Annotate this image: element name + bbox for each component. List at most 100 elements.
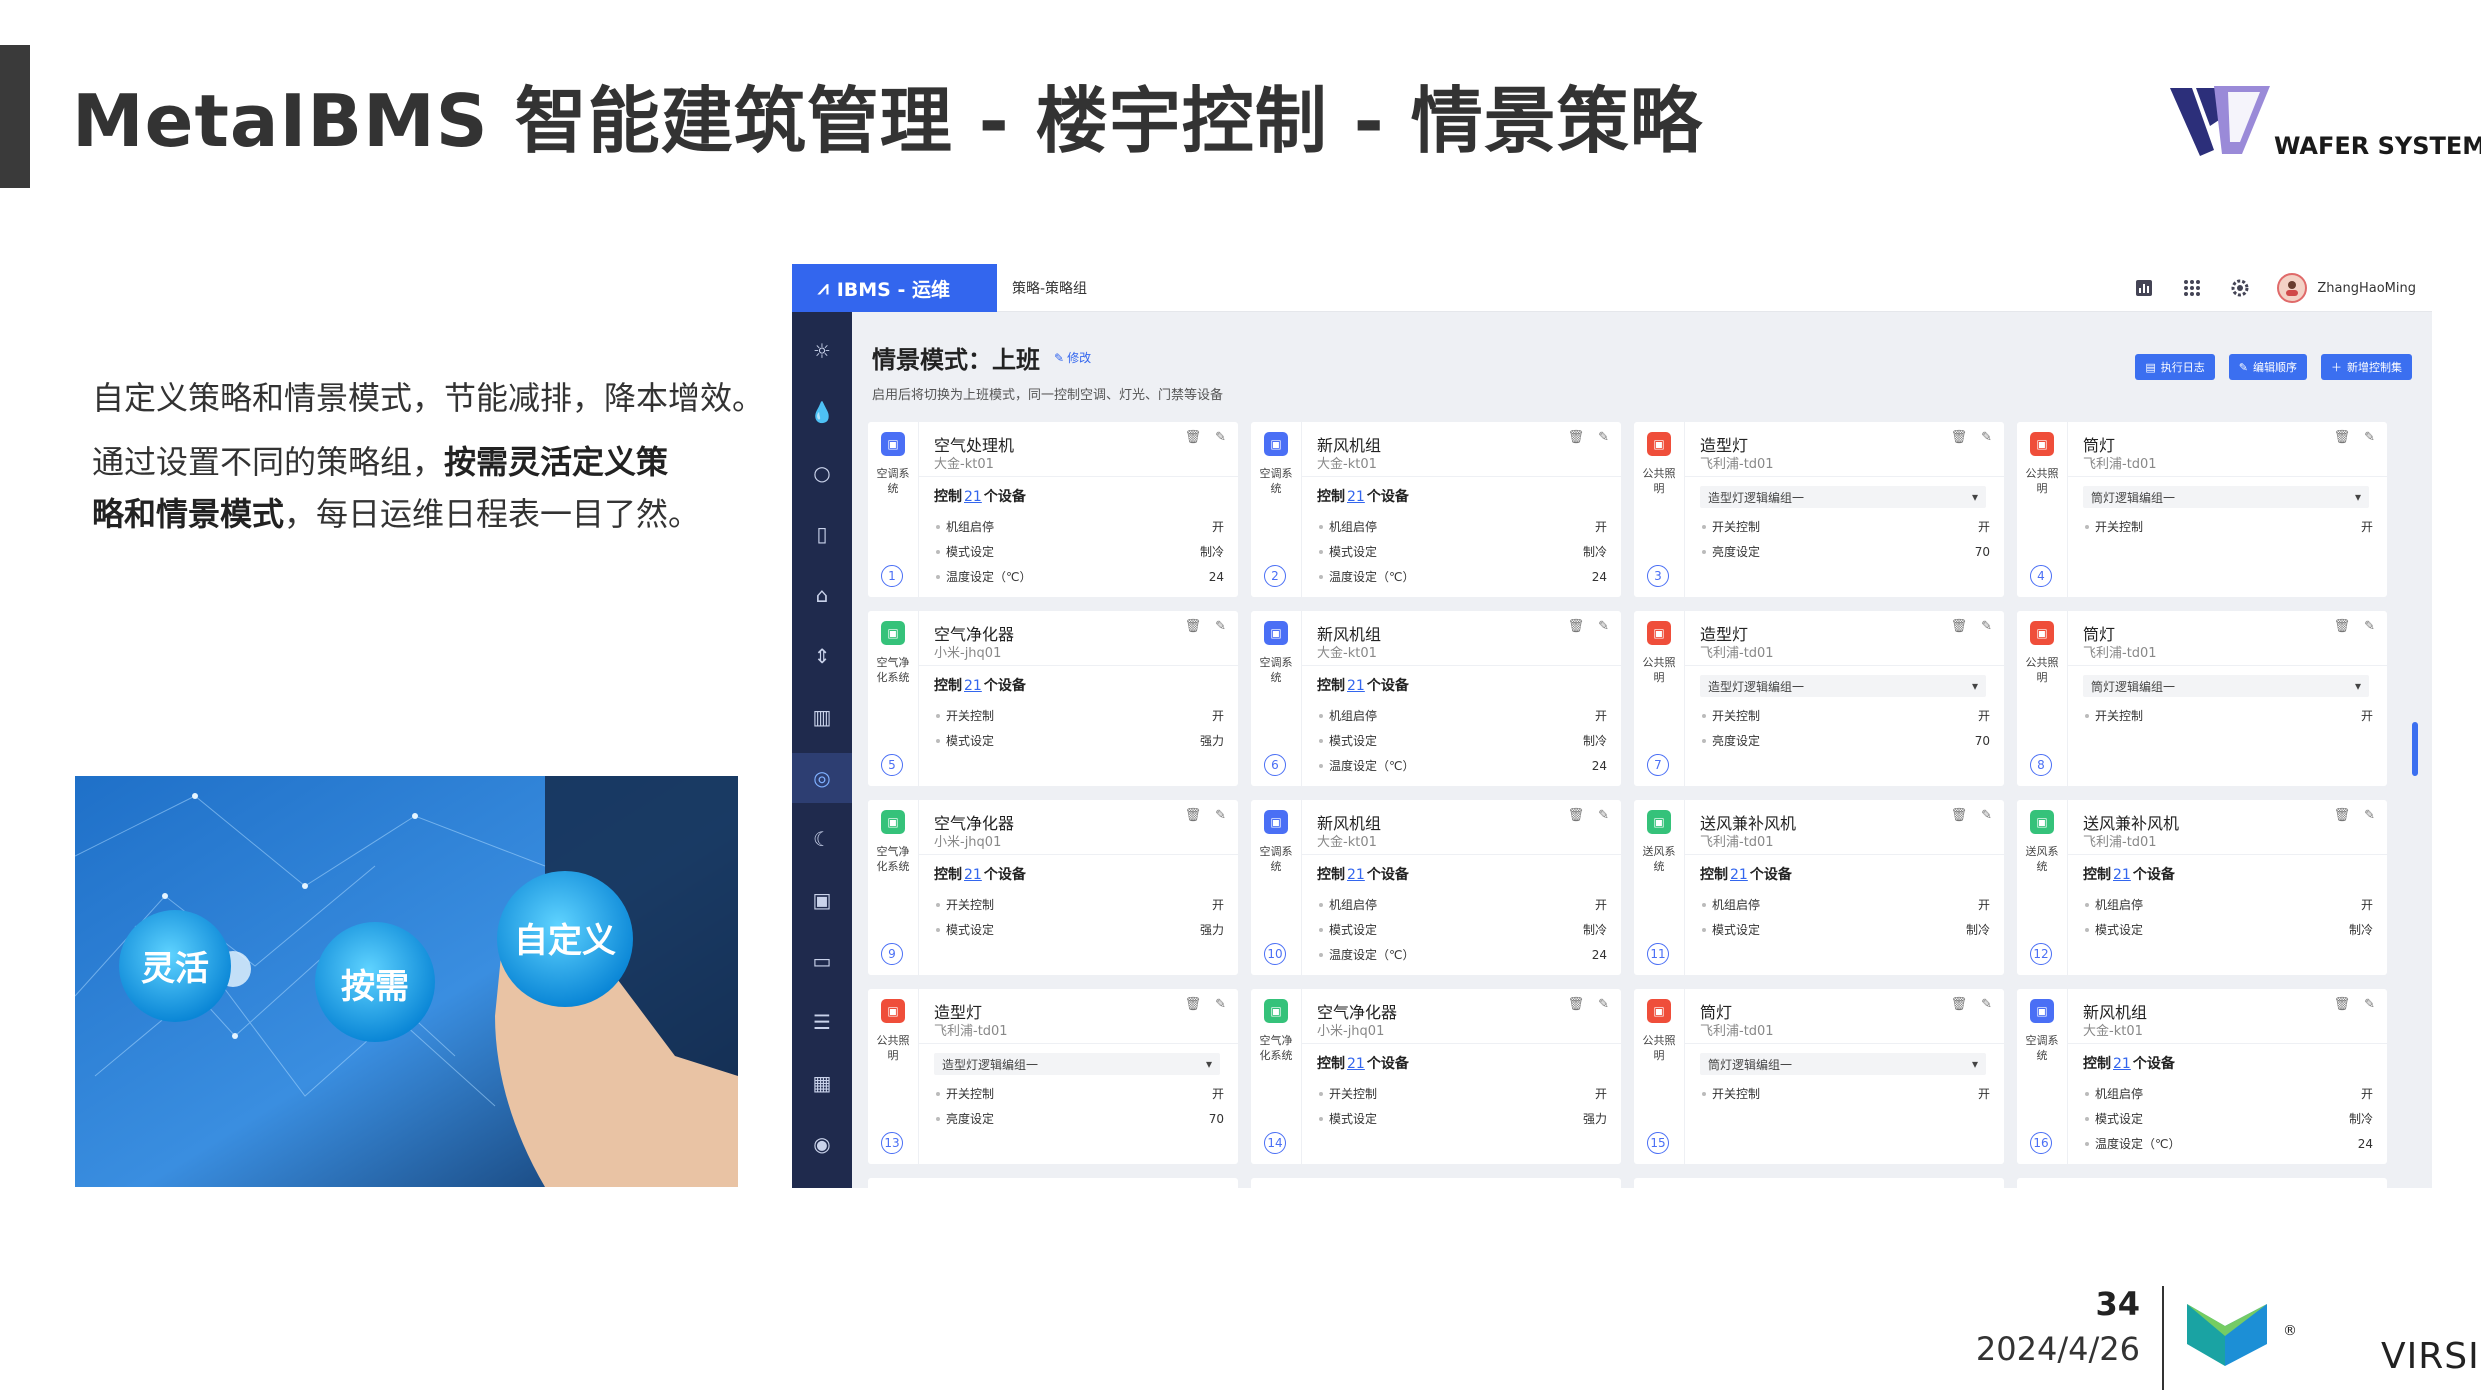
control-card[interactable]: ▣ 公共照明 3 造型灯 飞利浦-td01 🗑 ✎ 造型灯逻辑编组一 ▾ 开关控制开亮度设定 70 bbox=[1634, 422, 2004, 597]
edit-icon[interactable]: ✎ bbox=[1598, 997, 1609, 1012]
breadcrumb[interactable]: 策略-策略组 bbox=[1012, 264, 1087, 312]
delete-icon[interactable]: 🗑 bbox=[1185, 430, 1202, 445]
execution-log-button[interactable]: ▤ 执行日志 bbox=[2135, 354, 2215, 380]
device-count-link[interactable]: 21 bbox=[964, 678, 982, 694]
delete-icon[interactable]: 🗑 bbox=[2334, 808, 2351, 823]
sidebar-item-water-drop[interactable]: 💧 bbox=[792, 387, 852, 437]
device-count-link[interactable]: 21 bbox=[1347, 1056, 1365, 1072]
device-model: 飞利浦-td01 bbox=[934, 1024, 1008, 1039]
settings-icon[interactable] bbox=[2229, 277, 2251, 299]
device-count-link[interactable]: 21 bbox=[964, 867, 982, 883]
edit-icon[interactable]: ✎ bbox=[1598, 619, 1609, 634]
control-card[interactable]: ▣ 空气净化系统 14 空气净化器 小米-jhq01 🗑 ✎ 控制 21 个设备 开关控制开模式设定… bbox=[1251, 989, 1621, 1164]
delete-icon[interactable]: 🗑 bbox=[1951, 808, 1968, 823]
sidebar-item-ticket[interactable]: ☰ bbox=[792, 997, 852, 1047]
group-select[interactable]: 筒灯逻辑编组一 ▾ bbox=[2083, 675, 2369, 697]
edit-icon[interactable]: ✎ bbox=[1215, 430, 1226, 445]
group-select[interactable]: 造型灯逻辑编组一 ▾ bbox=[1700, 675, 1986, 697]
user-menu[interactable]: ZhangHaoMing bbox=[2277, 273, 2416, 303]
control-card[interactable]: ▣ 空气净化系统 9 空气净化器 小米-jhq01 🗑 ✎ 控制 21 个设备 开关控制开模式设定强… bbox=[868, 800, 1238, 975]
delete-icon[interactable]: 🗑 bbox=[1185, 997, 1202, 1012]
edit-icon[interactable]: ✎ bbox=[1598, 430, 1609, 445]
control-card[interactable]: ▣ 公共照明 7 造型灯 飞利浦-td01 🗑 ✎ 造型灯逻辑编组一 ▾ 开关控制开亮度设定 70 bbox=[1634, 611, 2004, 786]
edit-icon[interactable]: ✎ bbox=[1215, 619, 1226, 634]
edit-icon[interactable]: ✎ bbox=[2364, 619, 2375, 634]
sidebar-item-chart[interactable]: ▥ bbox=[792, 692, 852, 742]
sidebar-item-display[interactable]: ▭ bbox=[792, 936, 852, 986]
control-card[interactable]: ▣ 公共照明 4 筒灯 飞利浦-td01 🗑 ✎ 筒灯逻辑编组一 ▾ 开关控制开 bbox=[2017, 422, 2387, 597]
sidebar-item-elevator[interactable]: ⇕ bbox=[792, 631, 852, 681]
device-count-link[interactable]: 21 bbox=[1730, 867, 1748, 883]
delete-icon[interactable]: 🗑 bbox=[1951, 430, 1968, 445]
device-count-link[interactable]: 21 bbox=[1347, 489, 1365, 505]
sidebar-item-home[interactable]: ⌂ bbox=[792, 570, 852, 620]
sidebar-item-bulb[interactable]: ○ bbox=[792, 448, 852, 498]
intro-text-plain: 通过设置不同的策略组， bbox=[92, 443, 445, 481]
device-count-link[interactable]: 21 bbox=[2113, 867, 2131, 883]
scrollbar-thumb[interactable] bbox=[2412, 722, 2418, 776]
app-brand[interactable]: ⩘ IBMS - 运维 bbox=[792, 264, 997, 312]
control-card[interactable]: ▣ 送风系统 12 送风兼补风机 飞利浦-td01 🗑 ✎ 控制 21 个设备 机组启停开模式设定制… bbox=[2017, 800, 2387, 975]
edit-icon[interactable]: ✎ bbox=[2364, 430, 2375, 445]
setting-value: 制冷 bbox=[1965, 923, 1990, 937]
device-count-link[interactable]: 21 bbox=[1347, 867, 1365, 883]
edit-icon[interactable]: ✎ bbox=[1981, 808, 1992, 823]
edit-icon[interactable]: ✎ bbox=[1215, 997, 1226, 1012]
edit-icon[interactable]: ✎ bbox=[1598, 808, 1609, 823]
device-count-link[interactable]: 21 bbox=[1347, 678, 1365, 694]
device-count-link[interactable]: 21 bbox=[2113, 1056, 2131, 1072]
control-card[interactable]: ▣ 空调系统 16 新风机组 大金-kt01 🗑 ✎ 控制 21 个设备 机组启停开模式设定 制冷 温度… bbox=[2017, 989, 2387, 1164]
control-card[interactable]: ▣ 空调系统 1 空气处理机 大金-kt01 🗑 ✎ 控制 21 个设备 机组启停开模式设定 制冷 温度… bbox=[868, 422, 1238, 597]
sidebar-item-calendar[interactable]: ▦ bbox=[792, 1058, 852, 1108]
edit-scene-link[interactable]: ✎ 修改 bbox=[1054, 349, 1091, 366]
setting-list: 机组启停 开模式设定 制冷 bbox=[2083, 892, 2373, 942]
control-card[interactable]: ▣ 送风系统 11 送风兼补风机 飞利浦-td01 🗑 ✎ 控制 21 个设备 机组启停开模式设定制… bbox=[1634, 800, 2004, 975]
group-select[interactable]: 造型灯逻辑编组一 ▾ bbox=[934, 1053, 1220, 1075]
control-card[interactable]: ▣ 空调系统 10 新风机组 大金-kt01 🗑 ✎ 控制 21 个设备 机组启停开模式设定 制冷 温度… bbox=[1251, 800, 1621, 975]
delete-icon[interactable]: 🗑 bbox=[1568, 619, 1585, 634]
control-card[interactable]: ▣ 空调系统 2 新风机组 大金-kt01 🗑 ✎ 控制 21 个设备 机组启停开模式设定 制冷 温度设… bbox=[1251, 422, 1621, 597]
control-card[interactable]: ▣ 公共照明 13 造型灯 飞利浦-td01 🗑 ✎ 造型灯逻辑编组一 ▾ 开关控制开亮度设定 70 bbox=[868, 989, 1238, 1164]
add-control-set-button[interactable]: ＋ 新增控制集 bbox=[2321, 354, 2412, 380]
delete-icon[interactable]: 🗑 bbox=[1185, 808, 1202, 823]
delete-icon[interactable]: 🗑 bbox=[1185, 619, 1202, 634]
sidebar-item-chip[interactable]: ▣ bbox=[792, 875, 852, 925]
system-icon: ▣ bbox=[1647, 999, 1671, 1023]
control-label: 控制 bbox=[2083, 867, 2111, 883]
sidebar-item-sun[interactable]: ☼ bbox=[792, 326, 852, 376]
edit-icon[interactable]: ✎ bbox=[1981, 619, 1992, 634]
delete-icon[interactable]: 🗑 bbox=[2334, 430, 2351, 445]
group-select[interactable]: 筒灯逻辑编组一 ▾ bbox=[2083, 486, 2369, 508]
group-select[interactable]: 筒灯逻辑编组一 ▾ bbox=[1700, 1053, 1986, 1075]
sidebar-item-moon[interactable]: ☾ bbox=[792, 814, 852, 864]
setting-name: 温度设定（℃） bbox=[1317, 946, 1414, 963]
edit-icon[interactable]: ✎ bbox=[2364, 808, 2375, 823]
sidebar-item-strategy[interactable]: ◎ bbox=[792, 753, 852, 803]
apps-grid-icon[interactable] bbox=[2181, 277, 2203, 299]
control-card[interactable]: ▣ 公共照明 8 筒灯 飞利浦-td01 🗑 ✎ 筒灯逻辑编组一 ▾ 开关控制开 bbox=[2017, 611, 2387, 786]
report-icon[interactable] bbox=[2133, 277, 2155, 299]
edit-order-button[interactable]: ✎ 编辑顺序 bbox=[2228, 354, 2307, 380]
control-card[interactable]: ▣ 空气净化系统 5 空气净化器 小米-jhq01 🗑 ✎ 控制 21 个设备 开关控制开模式设定强… bbox=[868, 611, 1238, 786]
delete-icon[interactable]: 🗑 bbox=[1568, 430, 1585, 445]
virsical-wordmark: VIRSICAL bbox=[2381, 1336, 2481, 1377]
edit-icon[interactable]: ✎ bbox=[1981, 997, 1992, 1012]
delete-icon[interactable]: 🗑 bbox=[1951, 997, 1968, 1012]
sidebar-item-fingerprint[interactable]: ◉ bbox=[792, 1119, 852, 1169]
delete-icon[interactable]: 🗑 bbox=[1568, 808, 1585, 823]
delete-icon[interactable]: 🗑 bbox=[1568, 997, 1585, 1012]
setting-name: 温度设定（℃） bbox=[1317, 757, 1414, 774]
device-count-link[interactable]: 21 bbox=[964, 489, 982, 505]
delete-icon[interactable]: 🗑 bbox=[2334, 619, 2351, 634]
edit-icon[interactable]: ✎ bbox=[2364, 997, 2375, 1012]
delete-icon[interactable]: 🗑 bbox=[2334, 997, 2351, 1012]
group-select[interactable]: 造型灯逻辑编组一 ▾ bbox=[1700, 486, 1986, 508]
control-card[interactable]: ▣ 公共照明 15 筒灯 飞利浦-td01 🗑 ✎ 筒灯逻辑编组一 ▾ 开关控制开 bbox=[1634, 989, 2004, 1164]
control-card-partial bbox=[1251, 1178, 1621, 1188]
edit-icon[interactable]: ✎ bbox=[1981, 430, 1992, 445]
edit-icon[interactable]: ✎ bbox=[1215, 808, 1226, 823]
setting-value: 24 bbox=[2357, 1136, 2373, 1151]
sidebar-item-document[interactable]: ▯ bbox=[792, 509, 852, 559]
delete-icon[interactable]: 🗑 bbox=[1951, 619, 1968, 634]
control-card[interactable]: ▣ 空调系统 6 新风机组 大金-kt01 🗑 ✎ 控制 21 个设备 机组启停开模式设定 制冷 温度设… bbox=[1251, 611, 1621, 786]
